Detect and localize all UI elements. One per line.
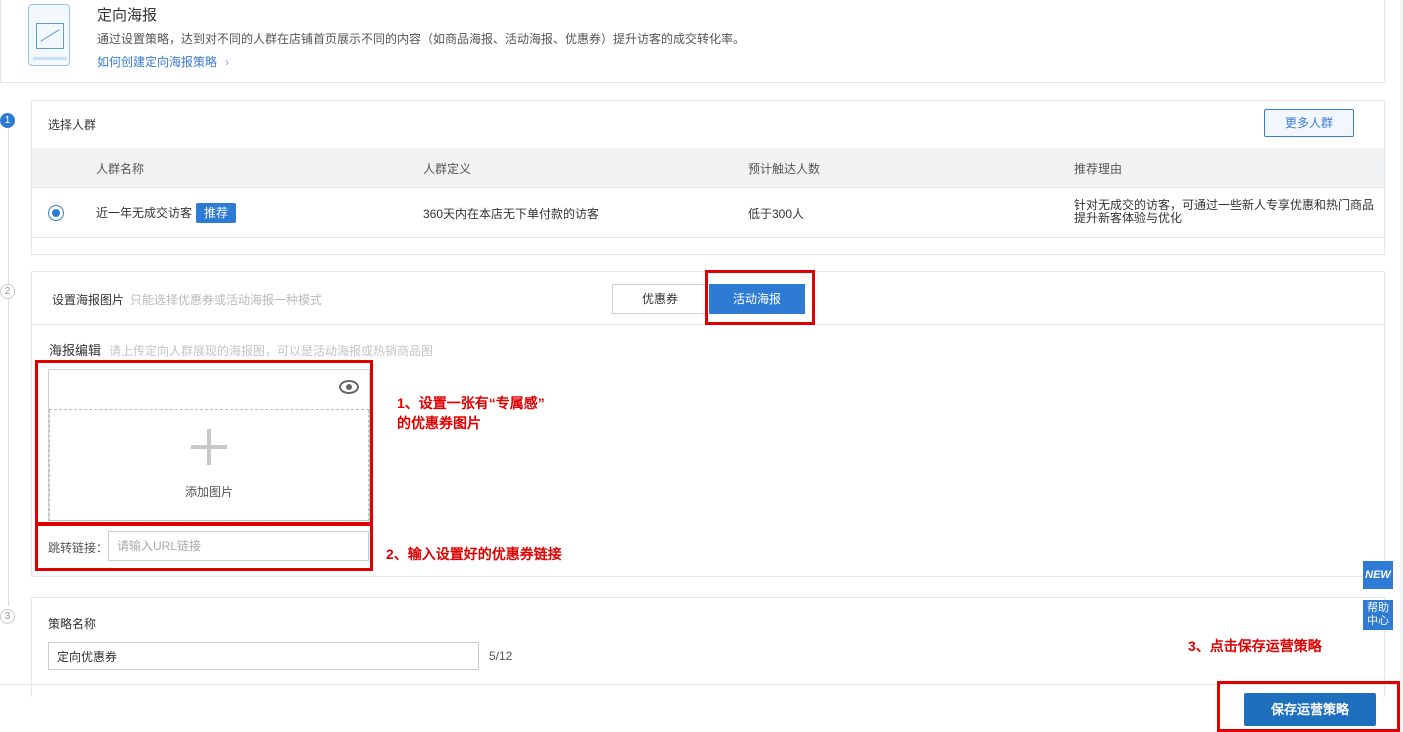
step-1-indicator: 1 <box>0 113 15 128</box>
poster-title: 设置海报图片 <box>52 293 125 307</box>
header-card: 定向海报 通过设置策略，达到对不同的人群在店铺首页展示不同的内容（如商品海报、活… <box>0 0 1385 83</box>
crowd-definition: 360天内在本店无下单付款的访客 <box>423 207 600 221</box>
column-crowd-name: 人群名称 <box>96 162 145 176</box>
strategy-section: 策略名称 5/12 <box>31 597 1385 697</box>
annotation-step-3: 3、点击保存运营策略 <box>1188 638 1322 654</box>
column-recommend-reason: 推荐理由 <box>1074 162 1123 176</box>
step-2-indicator: 2 <box>0 284 15 299</box>
column-estimated-reach: 预计触达人数 <box>748 162 821 176</box>
chevron-right-icon: › <box>225 55 230 69</box>
strategy-name-label: 策略名称 <box>48 617 97 631</box>
strategy-name-count: 5/12 <box>489 649 513 663</box>
poster-edit-title: 海报编辑 <box>49 343 102 358</box>
recommend-badge: 推荐 <box>196 203 237 223</box>
crowd-section-title: 选择人群 <box>48 118 97 132</box>
column-crowd-definition: 人群定义 <box>423 162 472 176</box>
highlight-save-button <box>1217 681 1400 732</box>
poster-edit-label: 海报编辑 请上传定向人群展现的海报图，可以是活动海报或热销商品图 <box>49 340 433 359</box>
table-row[interactable]: 近一年无成交访客 推荐 360天内在本店无下单付款的访客 低于300人 针对无成交… <box>32 188 1384 238</box>
crowd-table-header: 人群名称 人群定义 预计触达人数 推荐理由 <box>32 148 1384 188</box>
help-center-button[interactable]: 帮助 中心 <box>1363 600 1393 630</box>
crowd-section: 选择人群 更多人群 人群名称 人群定义 预计触达人数 推荐理由 近一年无成交访客… <box>31 100 1385 255</box>
annotation-step-1-line2: 的优惠券图片 <box>397 415 481 431</box>
poster-title-hint: 只能选择优惠券或活动海报一种模式 <box>130 293 323 307</box>
crowd-name-cell: 近一年无成交访客 推荐 <box>96 203 237 223</box>
annotation-step-1: 1、设置一张有“专属感” 的优惠券图片 <box>397 393 545 433</box>
step-3-indicator: 3 <box>0 609 15 624</box>
crowd-name: 近一年无成交访客 <box>96 206 193 220</box>
help-center-line1: 帮助 <box>1367 602 1389 614</box>
annotation-step-2: 2、输入设置好的优惠券链接 <box>386 546 562 562</box>
poster-section-title: 设置海报图片 只能选择优惠券或活动海报一种模式 <box>52 291 322 308</box>
how-to-create-link[interactable]: 如何创建定向海报策略 › <box>97 53 229 70</box>
more-crowds-button[interactable]: 更多人群 <box>1264 109 1354 137</box>
step-timeline <box>8 126 9 606</box>
highlight-jump-link <box>35 523 373 571</box>
new-badge-button[interactable]: NEW <box>1363 561 1393 589</box>
help-center-line2: 中心 <box>1367 615 1389 627</box>
page-description: 通过设置策略，达到对不同的人群在店铺首页展示不同的内容（如商品海报、活动海报、优… <box>97 32 746 46</box>
highlight-upload-box <box>35 360 373 525</box>
highlight-activity-poster <box>705 270 815 325</box>
crowd-reason: 针对无成交的访客，可通过一些新人专享优惠和热门商品提升新客体验与优化 <box>1074 198 1375 225</box>
crowd-radio-selected[interactable] <box>48 205 64 221</box>
poster-edit-hint: 请上传定向人群展现的海报图，可以是活动海报或热销商品图 <box>109 344 434 358</box>
annotation-step-1-line1: 1、设置一张有“专属感” <box>397 395 545 411</box>
crowd-reach: 低于300人 <box>748 207 805 221</box>
page-title: 定向海报 <box>97 7 158 24</box>
strategy-name-input[interactable] <box>48 642 479 670</box>
poster-icon <box>28 4 70 66</box>
mode-coupon-button[interactable]: 优惠券 <box>612 284 708 314</box>
footer-divider <box>0 684 1403 685</box>
how-to-create-link-text[interactable]: 如何创建定向海报策略 <box>97 55 217 69</box>
